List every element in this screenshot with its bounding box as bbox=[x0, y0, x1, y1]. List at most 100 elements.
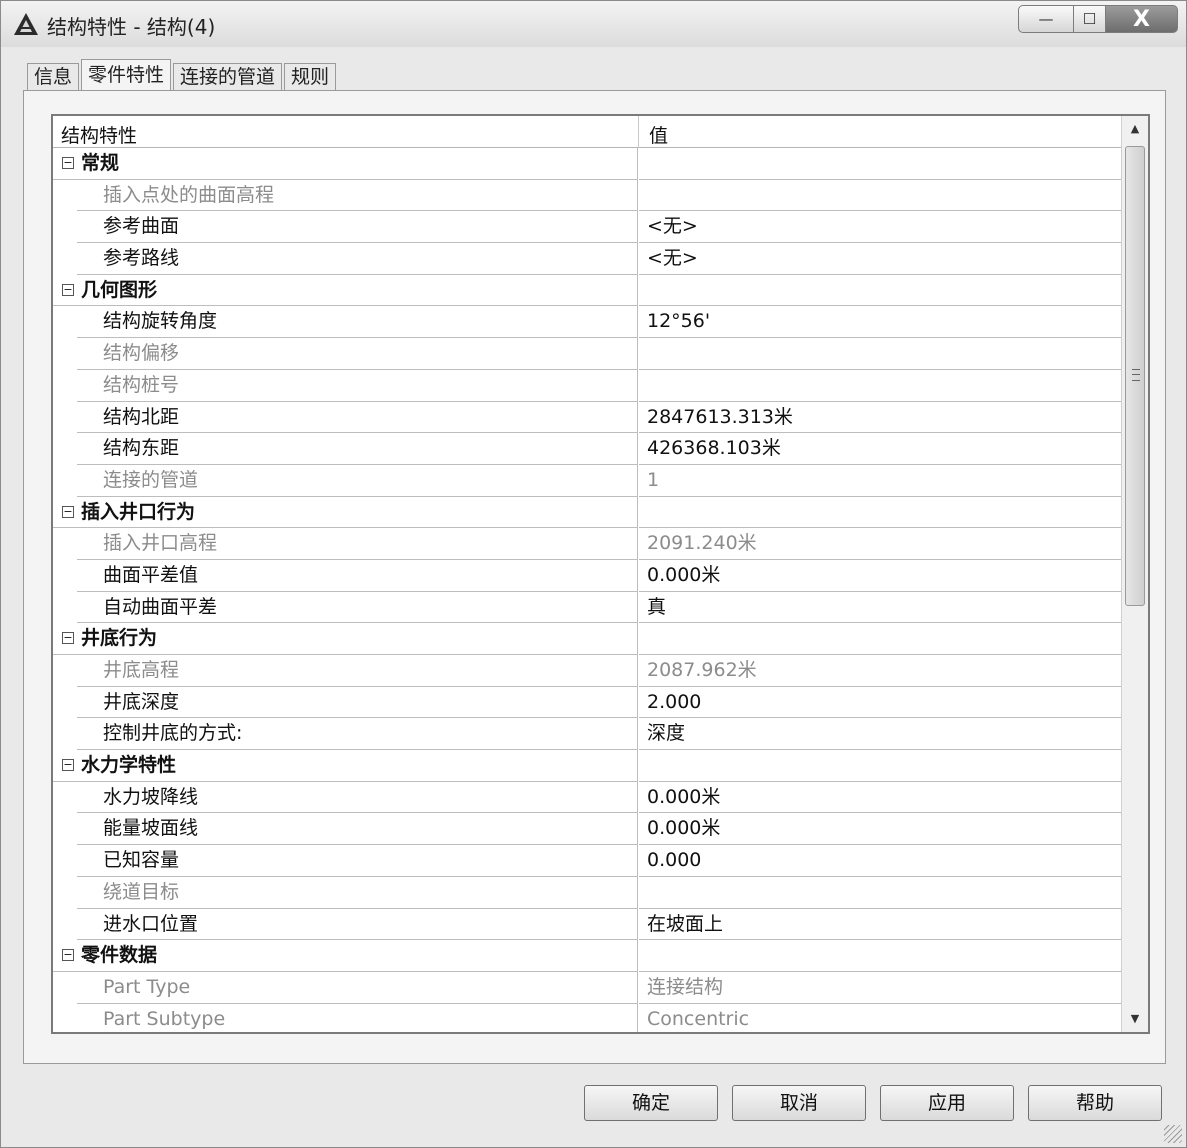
property-row[interactable]: 井底高程 2087.962米 bbox=[53, 655, 1121, 687]
property-row[interactable]: 连接的管道 1 bbox=[53, 464, 1121, 497]
property-name: 参考曲面 bbox=[77, 211, 638, 244]
resize-grip-icon[interactable] bbox=[1164, 1125, 1182, 1143]
category-label: 几何图形 bbox=[53, 274, 638, 307]
close-button[interactable]: X bbox=[1106, 5, 1178, 33]
category-label: 零件数据 bbox=[53, 940, 638, 972]
collapse-icon[interactable]: − bbox=[62, 505, 74, 518]
scroll-up-button[interactable]: ▲ bbox=[1122, 116, 1148, 142]
ok-button[interactable]: 确定 bbox=[584, 1085, 718, 1121]
scroll-thumb[interactable] bbox=[1125, 146, 1145, 606]
column-header-value[interactable]: 值 bbox=[649, 121, 668, 148]
property-value[interactable]: 12°56' bbox=[639, 306, 1121, 339]
category-row[interactable]: − 水力学特性 bbox=[53, 750, 1121, 782]
property-row[interactable]: Part Subtype Concentric bbox=[53, 1003, 1121, 1032]
property-row[interactable]: 结构东距 426368.103米 bbox=[53, 433, 1121, 465]
property-name: 连接的管道 bbox=[77, 464, 638, 497]
property-row[interactable]: 插入井口高程 2091.240米 bbox=[53, 528, 1121, 560]
property-grid: 结构特性 值 − 常规 插入点处的曲面高程 参考曲面 <无> 参考路线 <无> − 几何图形 结构… bbox=[51, 114, 1150, 1034]
collapse-icon[interactable]: − bbox=[62, 949, 74, 962]
property-row[interactable]: 插入点处的曲面高程 bbox=[53, 179, 1121, 212]
property-row[interactable]: 绕道目标 bbox=[53, 876, 1121, 909]
help-button[interactable]: 帮助 bbox=[1028, 1085, 1162, 1121]
row-gutter bbox=[53, 464, 77, 497]
property-value bbox=[639, 750, 1121, 782]
row-gutter bbox=[53, 243, 77, 275]
arrow-up-icon: ▲ bbox=[1130, 122, 1140, 135]
row-gutter bbox=[53, 559, 77, 592]
property-row[interactable]: 结构旋转角度 12°56' bbox=[53, 306, 1121, 339]
row-gutter bbox=[53, 369, 77, 402]
row-gutter bbox=[53, 971, 77, 1004]
property-row[interactable]: 水力坡降线 0.000米 bbox=[53, 781, 1121, 814]
row-gutter bbox=[53, 686, 77, 719]
collapse-icon[interactable]: − bbox=[62, 157, 74, 169]
tab-connected-pipes[interactable]: 连接的管道 bbox=[173, 63, 283, 91]
property-name: 井底高程 bbox=[77, 655, 638, 687]
row-gutter bbox=[53, 211, 77, 244]
row-gutter bbox=[53, 306, 77, 339]
property-value bbox=[639, 338, 1121, 370]
category-row[interactable]: − 插入井口行为 bbox=[53, 496, 1121, 529]
property-row[interactable]: 已知容量 0.000 bbox=[53, 845, 1121, 877]
title-bar[interactable]: 结构特性 - 结构(4) — ☐ X bbox=[1, 1, 1186, 47]
property-row[interactable]: 结构偏移 bbox=[53, 338, 1121, 370]
row-gutter bbox=[53, 528, 77, 560]
property-row[interactable]: 结构桩号 bbox=[53, 369, 1121, 402]
minimize-button[interactable]: — bbox=[1018, 5, 1074, 33]
grid-header: 结构特性 值 bbox=[53, 116, 1121, 148]
property-name: 结构偏移 bbox=[77, 338, 638, 370]
property-row[interactable]: 曲面平差值 0.000米 bbox=[53, 559, 1121, 592]
category-row[interactable]: − 几何图形 bbox=[53, 274, 1121, 307]
property-name: 控制井底的方式: bbox=[77, 718, 638, 751]
property-value: 2087.962米 bbox=[639, 655, 1121, 687]
collapse-icon[interactable]: − bbox=[62, 632, 74, 645]
property-value[interactable]: 0.000米 bbox=[639, 782, 1121, 814]
property-row[interactable]: 能量坡面线 0.000米 bbox=[53, 813, 1121, 846]
property-value[interactable]: 0.000 bbox=[639, 845, 1121, 877]
property-value bbox=[639, 370, 1121, 402]
property-value bbox=[639, 623, 1121, 655]
cancel-button[interactable]: 取消 bbox=[732, 1085, 866, 1121]
tab-info[interactable]: 信息 bbox=[27, 63, 80, 91]
column-divider[interactable] bbox=[638, 116, 639, 148]
property-row[interactable]: 自动曲面平差真 bbox=[53, 591, 1121, 624]
property-row[interactable]: 参考路线 <无> bbox=[53, 243, 1121, 275]
property-value[interactable]: 426368.103米 bbox=[639, 433, 1121, 465]
collapse-icon[interactable]: − bbox=[62, 759, 74, 772]
tab-part-properties[interactable]: 零件特性 bbox=[81, 59, 172, 91]
collapse-icon[interactable]: − bbox=[62, 283, 74, 296]
vertical-scrollbar[interactable]: ▲ ▼ bbox=[1121, 116, 1148, 1032]
property-value[interactable]: 0.000米 bbox=[639, 560, 1121, 592]
property-value[interactable]: 深度 bbox=[639, 718, 1121, 751]
property-name: 已知容量 bbox=[77, 845, 638, 877]
maximize-icon: ☐ bbox=[1082, 10, 1097, 28]
property-row[interactable]: 进水口位置 在坡面上 bbox=[53, 908, 1121, 941]
category-row[interactable]: − 常规 bbox=[53, 148, 1121, 180]
property-row[interactable]: 控制井底的方式: 深度 bbox=[53, 718, 1121, 751]
property-row[interactable]: 结构北距 2847613.313米 bbox=[53, 401, 1121, 434]
property-row[interactable]: Part Type 连接结构 bbox=[53, 971, 1121, 1004]
property-value[interactable]: 2.000 bbox=[639, 687, 1121, 719]
row-gutter bbox=[53, 908, 77, 941]
property-value: 2091.240米 bbox=[639, 528, 1121, 560]
property-name: 结构旋转角度 bbox=[77, 306, 638, 339]
scroll-down-button[interactable]: ▼ bbox=[1122, 1006, 1148, 1032]
property-value[interactable]: <无> bbox=[639, 243, 1121, 275]
category-row[interactable]: − 井底行为 bbox=[53, 623, 1121, 655]
minimize-icon: — bbox=[1038, 10, 1054, 28]
property-value[interactable]: 0.000米 bbox=[639, 813, 1121, 846]
property-name: 进水口位置 bbox=[77, 908, 638, 941]
property-row[interactable]: 参考曲面 <无> bbox=[53, 211, 1121, 244]
tab-rules[interactable]: 规则 bbox=[284, 63, 337, 91]
property-value[interactable]: 在坡面上 bbox=[639, 909, 1121, 941]
category-row[interactable]: − 零件数据 bbox=[53, 940, 1121, 972]
grip-icon bbox=[1132, 369, 1140, 381]
column-header-property[interactable]: 结构特性 bbox=[61, 121, 137, 148]
apply-button[interactable]: 应用 bbox=[880, 1085, 1014, 1121]
property-value[interactable]: <无> bbox=[639, 211, 1121, 244]
property-value[interactable]: 真 bbox=[639, 592, 1121, 624]
property-value[interactable]: 2847613.313米 bbox=[639, 402, 1121, 434]
window-title: 结构特性 - 结构(4) bbox=[47, 15, 216, 39]
property-row[interactable]: 井底深度 2.000 bbox=[53, 686, 1121, 719]
maximize-button[interactable]: ☐ bbox=[1074, 5, 1106, 33]
